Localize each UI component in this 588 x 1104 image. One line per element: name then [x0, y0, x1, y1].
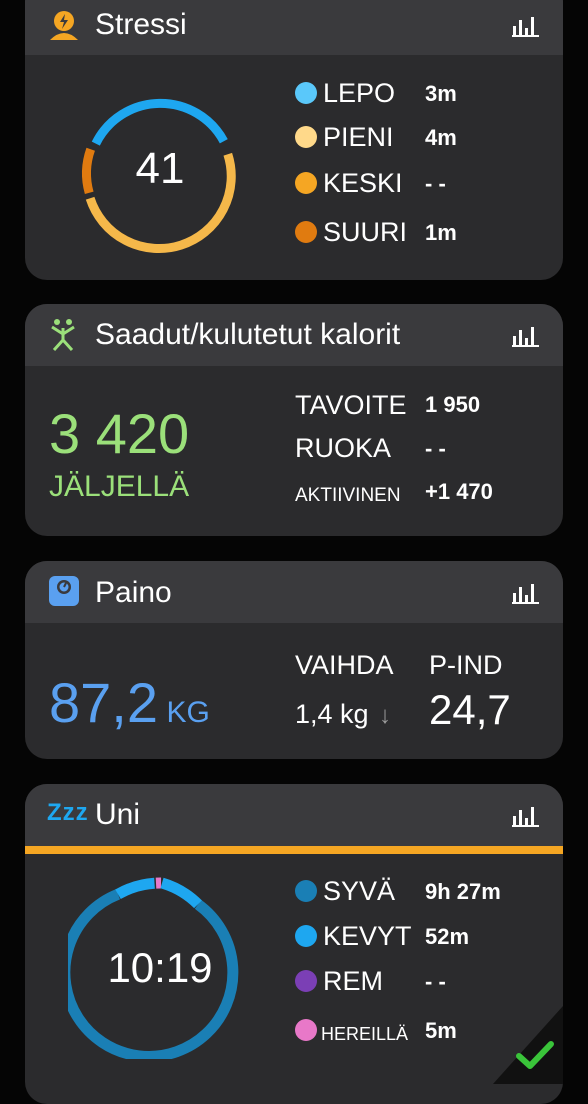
weight-value: 87,2 KG [49, 675, 210, 731]
weight-change-value: 1,4 kg [295, 699, 369, 729]
legend-dot-low [295, 126, 317, 148]
legend-label-awake: HEREILLÄ [321, 1025, 408, 1043]
calories-food-label: RUOKA [295, 435, 391, 462]
legend-value-low: 4m [425, 127, 457, 149]
calories-active-value: +1 470 [425, 481, 493, 503]
calories-remaining-value: 3 420 [49, 406, 189, 462]
legend-label-rem: REM [323, 968, 383, 995]
calories-active-label: AKTIIVINEN [295, 486, 401, 505]
sleep-duration: 10:19 [68, 947, 252, 989]
calories-card-header: Saadut/kulutetut kalorit [25, 304, 563, 366]
bar-chart-icon[interactable] [511, 14, 541, 38]
stress-score: 41 [68, 147, 252, 191]
legend-value-high: 1m [425, 222, 457, 244]
calories-title: Saadut/kulutetut kalorit [95, 320, 400, 350]
legend-label-deep: SYVÄ [323, 878, 395, 905]
legend-value-rest: 3m [425, 83, 457, 105]
legend-label-high: SUURI [323, 219, 407, 246]
sleep-ring-light-2 [162, 883, 198, 904]
legend-value-deep: 9h 27m [425, 881, 501, 903]
stress-ring-rest [96, 103, 224, 143]
legend-value-awake: 5m [425, 1020, 457, 1042]
sleep-ring-light [118, 883, 155, 894]
stress-title: Stressi [95, 10, 187, 40]
weight-title: Paino [95, 578, 172, 608]
scale-icon [47, 574, 81, 608]
stress-card-header: Stressi [25, 0, 563, 55]
weight-card[interactable]: Paino 87,2 KG VAIHDA 1,4 kg ↓ P-IND 24,7 [25, 561, 563, 759]
legend-dot-medium [295, 172, 317, 194]
legend-label-medium: KESKI [323, 170, 403, 197]
down-arrow-icon: ↓ [379, 702, 391, 729]
bar-chart-icon[interactable] [511, 804, 541, 828]
weight-card-header: Paino [25, 561, 563, 623]
sleep-card[interactable]: Zzz Uni 10:19 SYVÄ 9h 27m KEVYT 52m REM … [25, 784, 563, 1104]
bar-chart-icon[interactable] [511, 324, 541, 348]
weight-unit: KG [166, 696, 209, 729]
calories-goal-label: TAVOITE [295, 392, 407, 419]
sleep-title: Uni [95, 800, 140, 830]
legend-value-light: 52m [425, 926, 469, 948]
stress-person-icon [47, 8, 81, 42]
calories-goal-value: 1 950 [425, 394, 480, 416]
calories-food-value: - - [425, 438, 446, 460]
sleep-zzz-icon: Zzz [47, 801, 89, 825]
calories-remaining-label: JÄLJELLÄ [49, 472, 189, 502]
legend-dot-deep [295, 880, 317, 902]
legend-label-light: KEVYT [323, 923, 412, 950]
weight-change-label: VAIHDA [295, 652, 394, 679]
calories-figure-icon [47, 318, 81, 352]
weight-change: 1,4 kg ↓ [295, 701, 391, 728]
sleep-card-header: Zzz Uni [25, 784, 563, 846]
bmi-label: P-IND [429, 652, 503, 679]
legend-dot-light [295, 925, 317, 947]
check-icon [515, 1039, 555, 1071]
legend-value-medium: - - [425, 173, 446, 195]
bmi-value: 24,7 [429, 689, 511, 731]
stress-card[interactable]: Stressi 41 LEPO 3m PIENI 4m KESKI - - SU… [25, 0, 563, 280]
calories-card[interactable]: Saadut/kulutetut kalorit 3 420 JÄLJELLÄ … [25, 304, 563, 536]
legend-value-rem: - - [425, 971, 446, 993]
weight-number: 87,2 [49, 671, 158, 734]
legend-label-low: PIENI [323, 124, 394, 151]
legend-label-rest: LEPO [323, 80, 395, 107]
bar-chart-icon[interactable] [511, 581, 541, 605]
legend-dot-high [295, 221, 317, 243]
legend-dot-rest [295, 82, 317, 104]
sleep-status-bar [25, 846, 563, 854]
legend-dot-rem [295, 970, 317, 992]
legend-dot-awake [295, 1019, 317, 1041]
